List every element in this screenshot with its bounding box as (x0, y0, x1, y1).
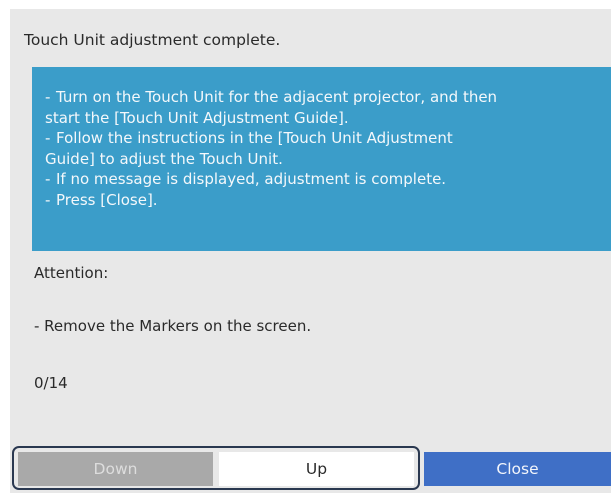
instructions-box: - Turn on the Touch Unit for the adjacen… (32, 67, 611, 251)
down-button[interactable]: Down (18, 452, 213, 486)
instruction-line-2-continuation: Guide] to adjust the Touch Unit. (45, 149, 283, 168)
instruction-bullet: - (45, 88, 51, 106)
attention-label: Attention: (34, 264, 109, 282)
attention-note: - Remove the Markers on the screen. (34, 317, 312, 335)
close-button[interactable]: Close (424, 452, 611, 486)
instruction-text: Turn on the Touch Unit for the adjacent … (56, 88, 498, 106)
instruction-line-1-continuation: start the [Touch Unit Adjustment Guide]. (45, 108, 349, 127)
instruction-bullet: - (45, 129, 51, 147)
up-button[interactable]: Up (219, 452, 414, 486)
instruction-bullet: - (45, 170, 51, 188)
instruction-text: If no message is displayed, adjustment i… (56, 170, 447, 188)
instruction-line-2: - Follow the instructions in the [Touch … (45, 128, 599, 149)
instruction-text: Follow the instructions in the [Touch Un… (56, 129, 453, 147)
instruction-line-4: - Press [Close]. (45, 190, 599, 211)
dialog-title: Touch Unit adjustment complete. (24, 31, 281, 49)
instruction-text: Press [Close]. (56, 190, 158, 209)
page-counter: 0/14 (34, 374, 68, 392)
instruction-line-3: - If no message is displayed, adjustment… (45, 169, 599, 190)
instruction-bullet: - (45, 190, 51, 209)
instruction-line-1: - Turn on the Touch Unit for the adjacen… (45, 87, 599, 108)
